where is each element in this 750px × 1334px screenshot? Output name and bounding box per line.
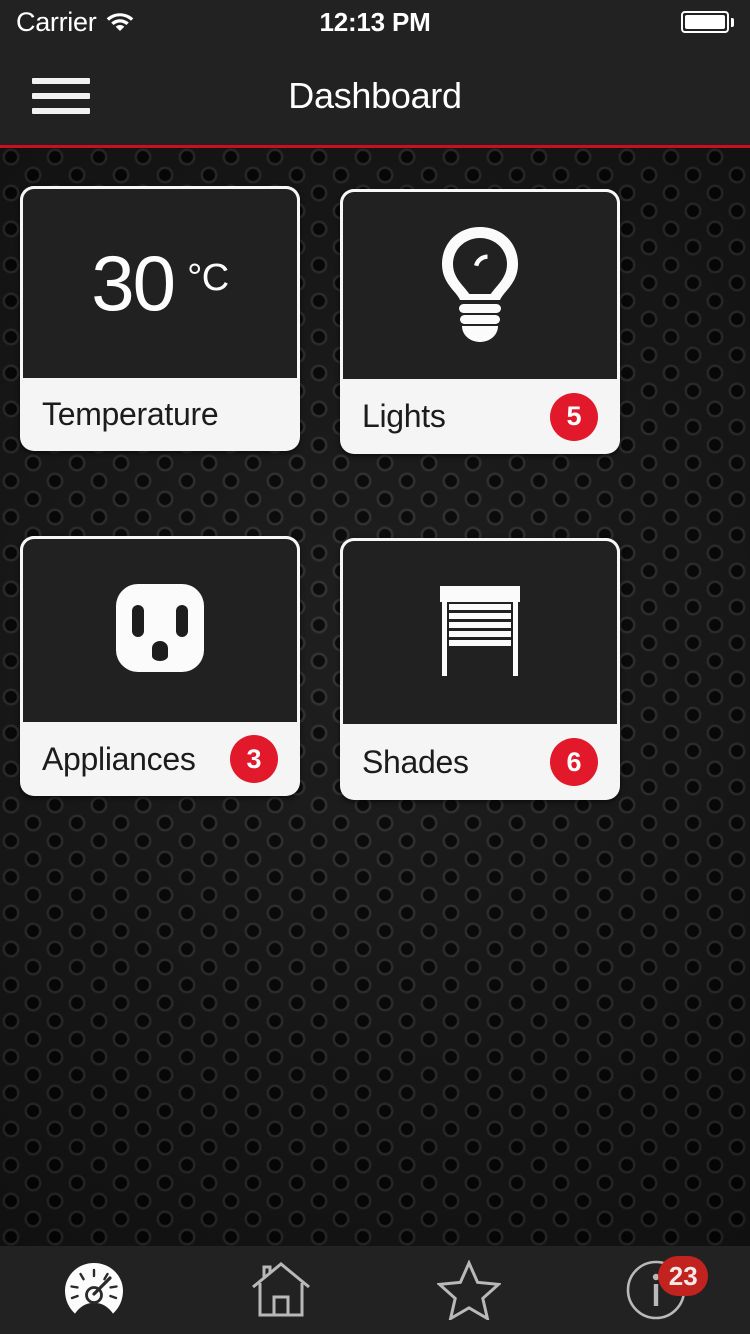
home-icon xyxy=(245,1258,317,1322)
dashboard-tile-grid: 30 °C Temperature Lights 5 Appliances 3 … xyxy=(0,148,750,1246)
tile-label-shades: Shades xyxy=(362,743,469,780)
window-shade-icon xyxy=(432,584,528,681)
tile-visual-shades xyxy=(340,538,620,724)
tile-visual-temperature: 30 °C xyxy=(20,186,300,378)
status-badge-lights: 5 xyxy=(550,392,598,441)
tile-label-lights: Lights xyxy=(362,398,446,434)
status-badge-info: 23 xyxy=(658,1256,709,1296)
temperature-value: 30 xyxy=(91,238,176,327)
tile-footer-temperature: Temperature xyxy=(20,378,300,451)
tab-dashboard[interactable] xyxy=(0,1246,188,1334)
gauge-icon xyxy=(58,1258,130,1322)
tile-footer-appliances: Appliances 3 xyxy=(20,722,300,796)
page-title: Dashboard xyxy=(288,74,462,116)
tile-footer-lights: Lights 5 xyxy=(340,379,620,454)
temperature-unit: °C xyxy=(187,256,229,299)
tile-label-appliances: Appliances xyxy=(42,740,196,777)
info-circle-icon: 23 xyxy=(620,1256,709,1322)
status-bar: Carrier 12:13 PM xyxy=(0,0,750,44)
status-badge-appliances: 3 xyxy=(230,735,278,783)
tile-visual-appliances xyxy=(20,536,300,722)
power-outlet-icon xyxy=(116,584,204,677)
tile-visual-lights xyxy=(340,189,620,379)
nav-accent-divider xyxy=(0,145,750,148)
hamburger-menu-icon[interactable] xyxy=(28,72,94,120)
star-icon xyxy=(433,1258,505,1322)
tile-footer-shades: Shades 6 xyxy=(340,724,620,800)
status-badge-shades: 6 xyxy=(550,738,598,786)
tile-temperature[interactable]: 30 °C Temperature xyxy=(20,186,300,451)
status-time: 12:13 PM xyxy=(319,6,431,37)
tile-lights[interactable]: Lights 5 xyxy=(340,189,620,454)
tab-bar: 23 xyxy=(0,1246,750,1334)
tab-home[interactable] xyxy=(188,1246,376,1334)
battery-full-icon xyxy=(681,0,734,44)
tile-label-temperature: Temperature xyxy=(42,396,219,432)
tab-favorites[interactable] xyxy=(375,1246,563,1334)
lightbulb-icon xyxy=(428,224,532,347)
tile-shades[interactable]: Shades 6 xyxy=(340,538,620,800)
navigation-bar: Dashboard xyxy=(0,44,750,147)
tab-info[interactable]: 23 xyxy=(563,1246,750,1334)
tile-appliances[interactable]: Appliances 3 xyxy=(20,536,300,796)
temperature-readout: 30 °C xyxy=(91,238,229,327)
